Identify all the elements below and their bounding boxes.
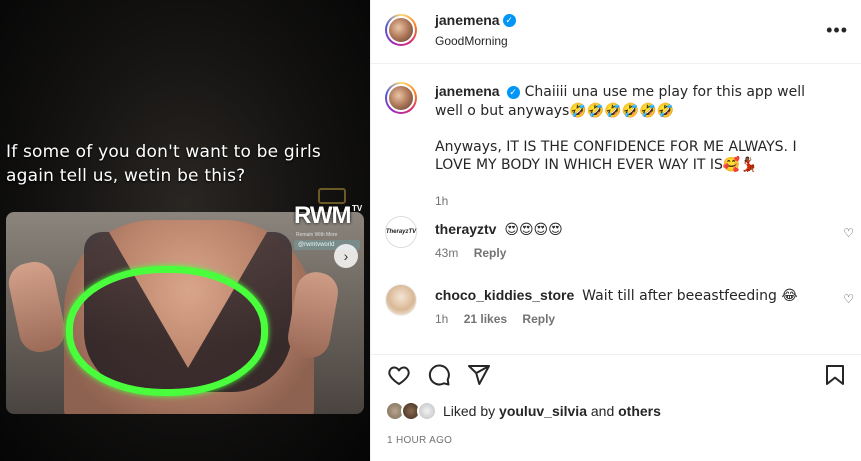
avatar <box>417 401 437 421</box>
comment-time[interactable]: 43m <box>435 246 458 260</box>
watermark-text: RWM <box>294 202 352 229</box>
share-icon[interactable] <box>467 363 491 387</box>
reply-button[interactable]: Reply <box>522 312 555 326</box>
caption-time[interactable]: 1h <box>435 194 448 208</box>
caption-body: janemena ✓ Chaiiii una use me play for thi… <box>435 82 835 174</box>
comment-like-icon[interactable]: ♡ <box>843 226 854 240</box>
caption-avatar[interactable] <box>385 82 417 114</box>
header-location[interactable]: GoodMorning <box>435 34 508 48</box>
liked-by-row: Liked by youluv_silvia and others <box>385 401 661 421</box>
header-username-row[interactable]: janemena ✓ <box>435 12 516 30</box>
avatar[interactable] <box>385 14 417 46</box>
comment-likes[interactable]: 21 likes <box>464 312 507 326</box>
media-caption-overlay: If some of you don't want to be girls ag… <box>6 140 366 188</box>
post-header: janemena ✓ GoodMorning ••• <box>371 0 861 64</box>
reply-button[interactable]: Reply <box>474 246 507 260</box>
heart-icon[interactable] <box>387 363 411 387</box>
liked-by-user[interactable]: youluv_silvia <box>499 403 587 419</box>
comment-body: therayztv 😍😍😍😍 <box>435 220 835 239</box>
comment-meta: 43m Reply <box>435 246 518 260</box>
post-actions: Liked by youluv_silvia and others 1 HOUR… <box>371 354 861 461</box>
header-username[interactable]: janemena <box>435 12 500 28</box>
liked-by-others[interactable]: others <box>618 403 661 419</box>
comment-text: Wait till after beeastfeeding 😂 <box>582 288 798 304</box>
post-media[interactable]: If some of you don't want to be girls ag… <box>0 0 370 461</box>
liker-avatars[interactable] <box>385 401 441 421</box>
comment-avatar-label: TherayzTV <box>385 229 417 235</box>
more-options-icon[interactable]: ••• <box>826 20 848 41</box>
liked-by-joiner: and <box>590 403 615 419</box>
verified-badge-icon: ✓ <box>506 85 520 99</box>
comment-text: 😍😍😍😍 <box>504 222 563 238</box>
watermark-tv: TV <box>352 204 363 213</box>
verified-badge-icon: ✓ <box>502 14 516 28</box>
green-highlight-circle <box>66 266 268 396</box>
post-details-panel: janemena ✓ GoodMorning ••• janemena ✓ Chaii… <box>370 0 861 461</box>
comments-section[interactable]: janemena ✓ Chaiiii una use me play for thi… <box>371 64 861 354</box>
caption-text-2: Anyways, IT IS THE CONFIDENCE FOR ME ALW… <box>435 139 797 173</box>
comment-avatar[interactable]: TherayzTV <box>385 216 417 248</box>
caption-username[interactable]: janemena <box>435 83 500 99</box>
comment-icon[interactable] <box>427 363 451 387</box>
chevron-right-icon: › <box>343 248 349 264</box>
rwm-watermark: RWM TV Remain With More @rwmtvworld <box>292 188 370 258</box>
post-timestamp[interactable]: 1 HOUR AGO <box>387 435 452 446</box>
comment-time[interactable]: 1h <box>435 312 448 326</box>
comment-meta: 1h 21 likes Reply <box>435 312 567 326</box>
caption-meta: 1h <box>435 194 460 208</box>
watermark-sub: Remain With More <box>296 232 338 238</box>
comment-username[interactable]: therayztv <box>435 221 496 237</box>
photo-thumb-left <box>6 258 69 356</box>
next-media-button[interactable]: › <box>334 244 358 268</box>
bookmark-icon[interactable] <box>823 363 847 387</box>
comment-body: choco_kiddies_store Wait till after beea… <box>435 286 835 305</box>
comment-avatar[interactable] <box>385 284 417 316</box>
comment-username[interactable]: choco_kiddies_store <box>435 287 574 303</box>
overlay-line-2: again tell us, wetin be this? <box>6 166 246 186</box>
overlay-line-1: If some of you don't want to be girls <box>6 142 321 162</box>
comment-like-icon[interactable]: ♡ <box>843 292 854 306</box>
liked-by-prefix: Liked by <box>443 403 496 419</box>
